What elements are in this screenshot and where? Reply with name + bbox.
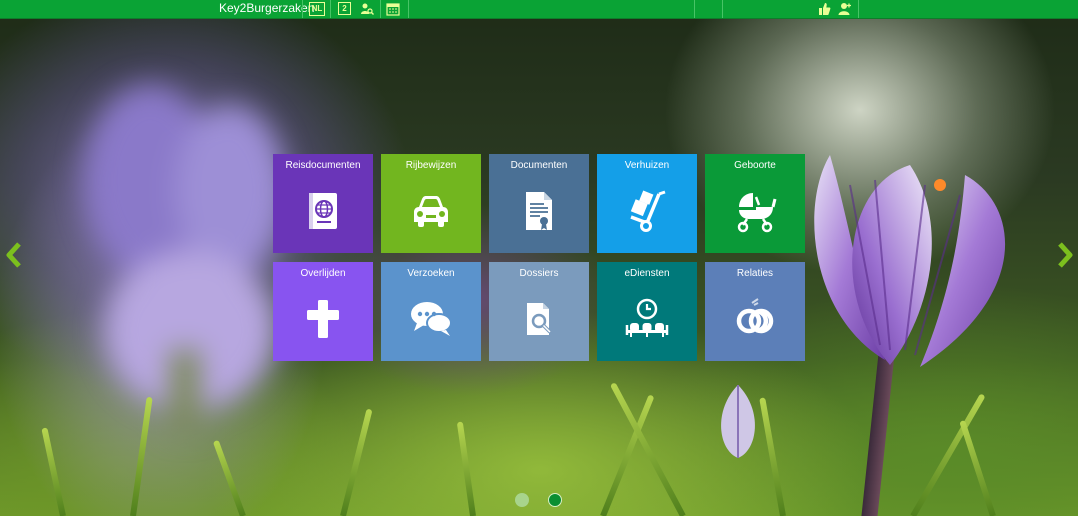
tile-label: Relaties [736,268,774,279]
tile-label: Verzoeken [407,268,455,279]
tile-label: Dossiers [519,268,559,279]
language-selector[interactable]: NL [309,2,325,16]
chevron-right-icon[interactable] [1055,241,1075,269]
toolbar-divider [302,0,303,18]
linked-rings-icon [733,297,777,341]
app-title: Key2Burgerzaken [219,1,315,15]
tile-geboorte[interactable]: Geboorte [705,154,805,253]
toolbar-divider [858,0,859,18]
tile-label: Geboorte [734,160,776,171]
tile-dossiers[interactable]: Dossiers [489,262,589,361]
tile-rijbewijzen[interactable]: Rijbewijzen [381,154,481,253]
tile-label: Documenten [510,160,568,171]
cross-icon [301,297,345,341]
toolbar-divider [380,0,381,18]
certificate-document-icon [517,189,561,233]
tile-label: Overlijden [300,268,346,279]
tile-documenten[interactable]: Documenten [489,154,589,253]
calendar-icon[interactable] [386,2,400,16]
purple-crocus-right [814,155,1006,367]
toolbar-divider [408,0,409,18]
tile-verzoeken[interactable]: Verzoeken [381,262,481,361]
top-bar: Key2Burgerzaken NL 2 [0,0,1078,19]
tile-overlijden[interactable]: Overlijden [273,262,373,361]
tile-label: Verhuizen [624,160,670,171]
stroller-icon [733,189,777,233]
tile-verhuizen[interactable]: Verhuizen [597,154,697,253]
toolbar-divider [722,0,723,18]
tile-label: Reisdocumenten [285,160,361,171]
tile-relaties[interactable]: Relaties [705,262,805,361]
counter-badge[interactable]: 2 [338,2,351,15]
tile-label: Rijbewijzen [405,160,457,171]
tile-reisdocumenten[interactable]: Reisdocumenten [273,154,373,253]
thumbs-up-icon[interactable] [817,2,831,16]
chevron-left-icon[interactable] [4,241,24,269]
car-icon [409,189,453,233]
user-search-icon[interactable] [360,2,374,16]
hand-truck-icon [625,189,669,233]
passport-icon [301,189,345,233]
document-search-icon [517,297,561,341]
carousel-dot-page-1[interactable] [515,493,529,507]
carousel-dot-page-2[interactable] [548,493,562,507]
tile-ediensten[interactable]: eDiensten [597,262,697,361]
user-icon[interactable] [838,2,852,16]
toolbar-divider [694,0,695,18]
waiting-room-clock-icon [625,297,669,341]
tile-grid: Reisdocumenten Rijbewijzen Documenten Ve… [273,154,805,361]
crocus-bud [721,385,755,458]
tile-label: eDiensten [624,268,670,279]
chat-bubbles-icon [409,297,453,341]
toolbar-divider [330,0,331,18]
